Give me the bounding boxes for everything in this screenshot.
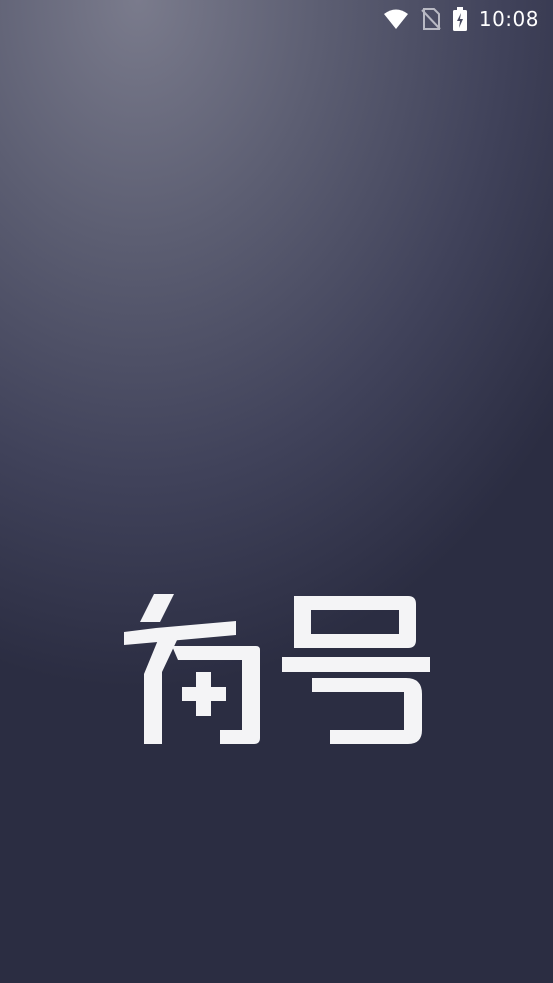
app-logo: 有号 [118, 590, 438, 750]
battery-charging-icon [452, 7, 467, 31]
no-sim-icon [421, 8, 441, 30]
status-bar: 10:08 [0, 0, 553, 38]
status-time: 10:08 [478, 7, 539, 31]
wifi-icon [383, 8, 409, 30]
